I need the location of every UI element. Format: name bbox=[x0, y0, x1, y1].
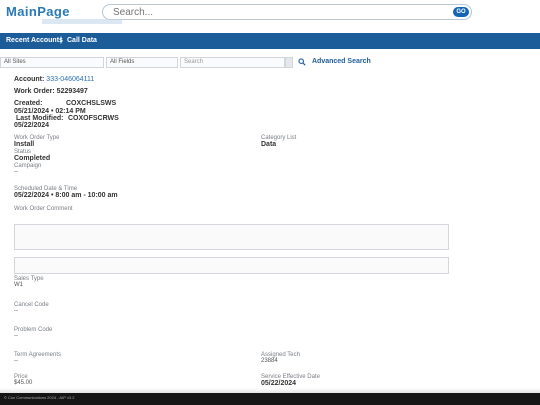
created-at: 05/21/2024 • 02:14 PM bbox=[14, 108, 86, 115]
filter-dropdown-button[interactable] bbox=[285, 57, 293, 68]
filter-search-input[interactable]: Search bbox=[180, 57, 285, 68]
nav-call-data[interactable]: Call Data bbox=[67, 37, 97, 44]
account-label: Account: bbox=[14, 76, 45, 83]
sales-type-value: W1 bbox=[14, 282, 23, 288]
account-line: Account: 333-046064111 bbox=[14, 76, 94, 83]
cancel-code-label: Cancel Code bbox=[14, 302, 49, 308]
global-search-input[interactable] bbox=[113, 6, 413, 18]
cancel-code-value: -- bbox=[14, 308, 18, 314]
account-number-link[interactable]: 333-046064111 bbox=[46, 76, 94, 83]
search-icon[interactable] bbox=[298, 58, 306, 66]
problem-code-value: -- bbox=[14, 333, 18, 339]
sites-select[interactable]: All Sites bbox=[0, 57, 104, 68]
price-value: $45.00 bbox=[14, 380, 33, 386]
footer-bar: © Cox Communications 2024 - AIP v3.2 bbox=[0, 393, 540, 405]
work-order-label: Work Order: bbox=[14, 88, 55, 95]
service-effective-value: 05/22/2024 bbox=[261, 380, 297, 387]
work-order-type-value: Install bbox=[14, 141, 35, 148]
campaign-label: Campaign bbox=[14, 163, 42, 169]
footer-copyright: © Cox Communications 2024 - AIP v3.2 bbox=[4, 395, 75, 400]
nav-recent-accounts[interactable]: Recent Accounts bbox=[6, 37, 63, 44]
nav-bar: Recent Accounts | Call Data bbox=[0, 33, 540, 49]
work-order-number: 52293497 bbox=[56, 88, 88, 95]
brand-logo[interactable]: MainPage bbox=[6, 4, 70, 19]
comment-label: Work Order Comment bbox=[14, 206, 73, 212]
fields-select[interactable]: All Fields bbox=[106, 57, 178, 68]
work-order-line: Work Order: 52293497 bbox=[14, 88, 88, 95]
scrolled-link-remnant bbox=[42, 19, 122, 24]
status-value: Completed bbox=[14, 155, 51, 162]
modified-by: COXOFSCRWS bbox=[68, 115, 119, 122]
category-list-value: Data bbox=[261, 141, 277, 148]
assigned-tech-value: 23884 bbox=[261, 358, 278, 364]
comment-box[interactable] bbox=[14, 224, 449, 250]
created-by: COXCHSLSWS bbox=[66, 100, 117, 107]
term-agreements-value: -- bbox=[14, 358, 18, 364]
modified-at: 05/22/2024 bbox=[14, 122, 50, 129]
term-agreements-label: Term Agreements bbox=[14, 352, 62, 358]
problem-code-label: Problem Code bbox=[14, 327, 53, 333]
modified-label: Last Modified: bbox=[16, 115, 64, 122]
campaign-value: -- bbox=[14, 169, 18, 175]
advanced-search-link[interactable]: Advanced Search bbox=[312, 58, 371, 65]
comment-box-secondary[interactable] bbox=[14, 257, 449, 274]
global-search-box[interactable]: GO bbox=[102, 4, 472, 20]
scheduled-value: 05/22/2024 • 8:00 am - 10:00 am bbox=[14, 192, 118, 199]
created-label: Created: bbox=[14, 100, 43, 107]
go-button[interactable]: GO bbox=[453, 7, 469, 17]
nav-separator: | bbox=[60, 37, 62, 44]
